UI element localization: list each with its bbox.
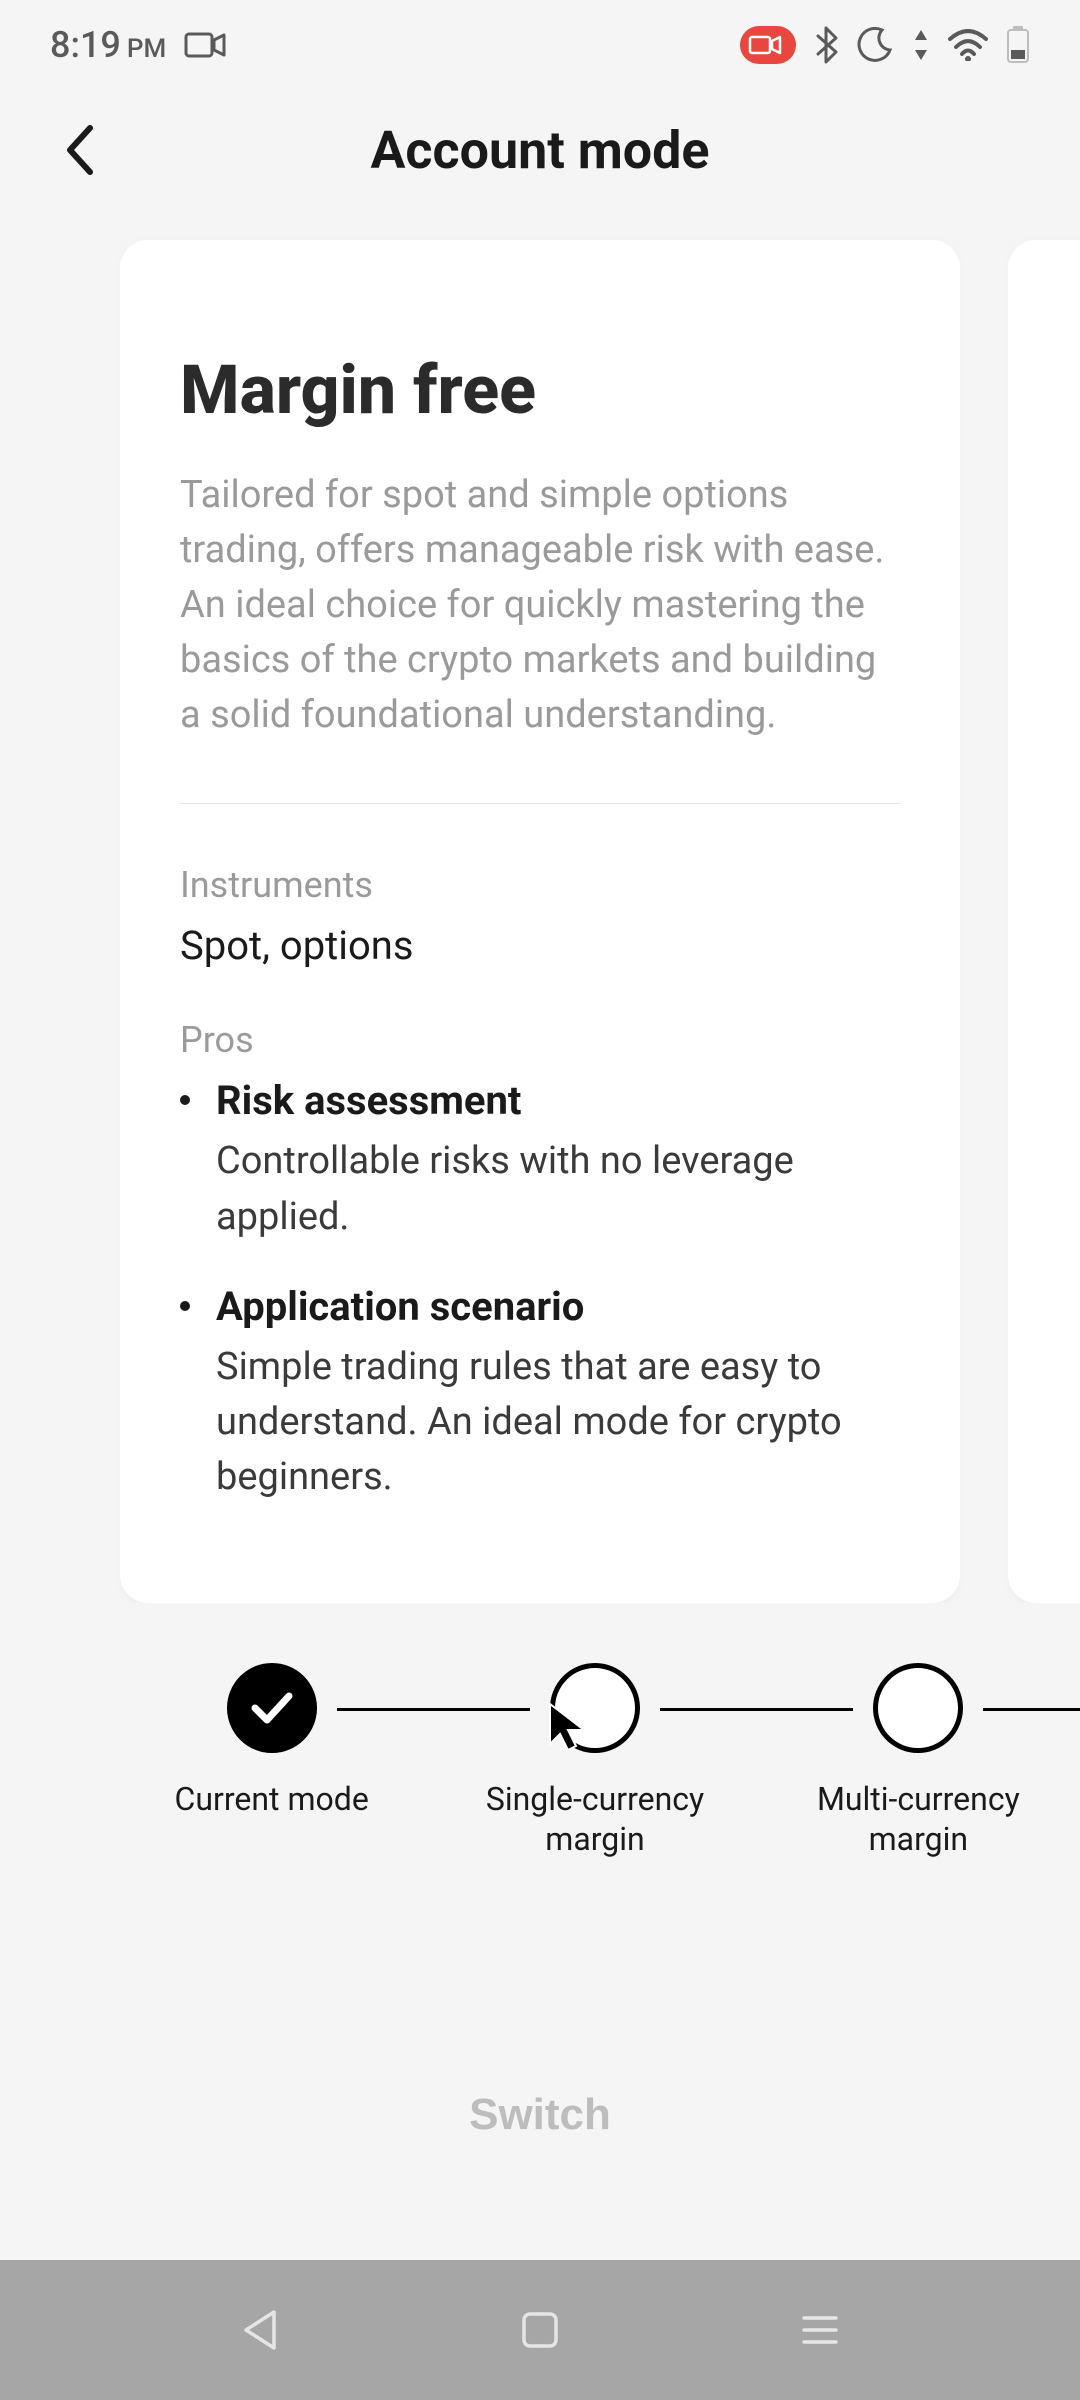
step-circle — [873, 1663, 963, 1753]
step-current[interactable]: Current mode — [110, 1663, 433, 1819]
battery-icon — [1006, 26, 1030, 64]
app-header: Account mode — [0, 90, 1080, 210]
instruments-value: Spot, options — [180, 922, 900, 969]
chevron-left-icon — [62, 122, 98, 178]
mode-carousel[interactable]: Margin free Tailored for spot and simple… — [0, 210, 1080, 1603]
card-title: Margin free — [180, 350, 900, 430]
wifi-icon — [948, 29, 988, 61]
step-label: Current mode — [175, 1779, 369, 1819]
pro-description: Simple trading rules that are easy to un… — [216, 1340, 900, 1505]
cursor-icon — [546, 1700, 590, 1758]
step-label: Multi-currency margin — [817, 1779, 1020, 1859]
step-circle-active — [227, 1663, 317, 1753]
moon-icon — [856, 26, 894, 64]
camera-icon — [184, 30, 226, 60]
nav-home-button[interactable] — [490, 2300, 590, 2360]
mode-card-margin-free[interactable]: Margin free Tailored for spot and simple… — [120, 240, 960, 1603]
nav-home-icon — [520, 2310, 560, 2350]
status-time-value: 8:19 — [50, 24, 121, 66]
pro-description: Controllable risks with no leverage appl… — [216, 1134, 900, 1244]
page-title: Account mode — [40, 120, 1040, 181]
mode-card-next[interactable] — [1008, 240, 1080, 1603]
status-right — [740, 26, 1030, 64]
switch-button[interactable]: Switch — [409, 2060, 671, 2170]
pro-title: Risk assessment — [216, 1077, 900, 1124]
card-description: Tailored for spot and simple options tra… — [180, 468, 900, 743]
status-time: 8:19 PM — [50, 24, 166, 66]
record-icon — [740, 26, 796, 64]
step-multi-currency[interactable]: Multi-currency margin — [757, 1663, 1080, 1859]
status-time-ampm: PM — [127, 34, 166, 64]
back-button[interactable] — [50, 120, 110, 180]
nav-recent-button[interactable] — [770, 2300, 870, 2360]
pro-item: Application scenario Simple trading rule… — [180, 1283, 900, 1505]
bluetooth-icon — [814, 26, 838, 64]
step-single-currency[interactable]: Single-currency margin — [433, 1663, 756, 1859]
step-label: Single-currency margin — [486, 1779, 704, 1859]
system-nav-bar — [0, 2260, 1080, 2400]
pro-title: Application scenario — [216, 1283, 900, 1330]
step-connector — [337, 1708, 530, 1711]
step-connector — [660, 1708, 853, 1711]
status-bar: 8:19 PM — [0, 0, 1080, 90]
nav-back-icon — [240, 2308, 280, 2352]
instruments-label: Instruments — [180, 864, 900, 906]
nav-recent-icon — [800, 2313, 840, 2347]
status-left: 8:19 PM — [50, 24, 226, 66]
pro-item: Risk assessment Controllable risks with … — [180, 1077, 900, 1244]
nav-back-button[interactable] — [210, 2300, 310, 2360]
pros-list: Risk assessment Controllable risks with … — [180, 1077, 900, 1504]
pros-label: Pros — [180, 1019, 900, 1061]
step-connector — [983, 1708, 1080, 1711]
card-divider — [180, 803, 900, 804]
updown-icon — [912, 28, 930, 62]
mode-stepper: Current mode Single-currency margin Mult… — [0, 1603, 1080, 1859]
check-icon — [247, 1688, 297, 1728]
